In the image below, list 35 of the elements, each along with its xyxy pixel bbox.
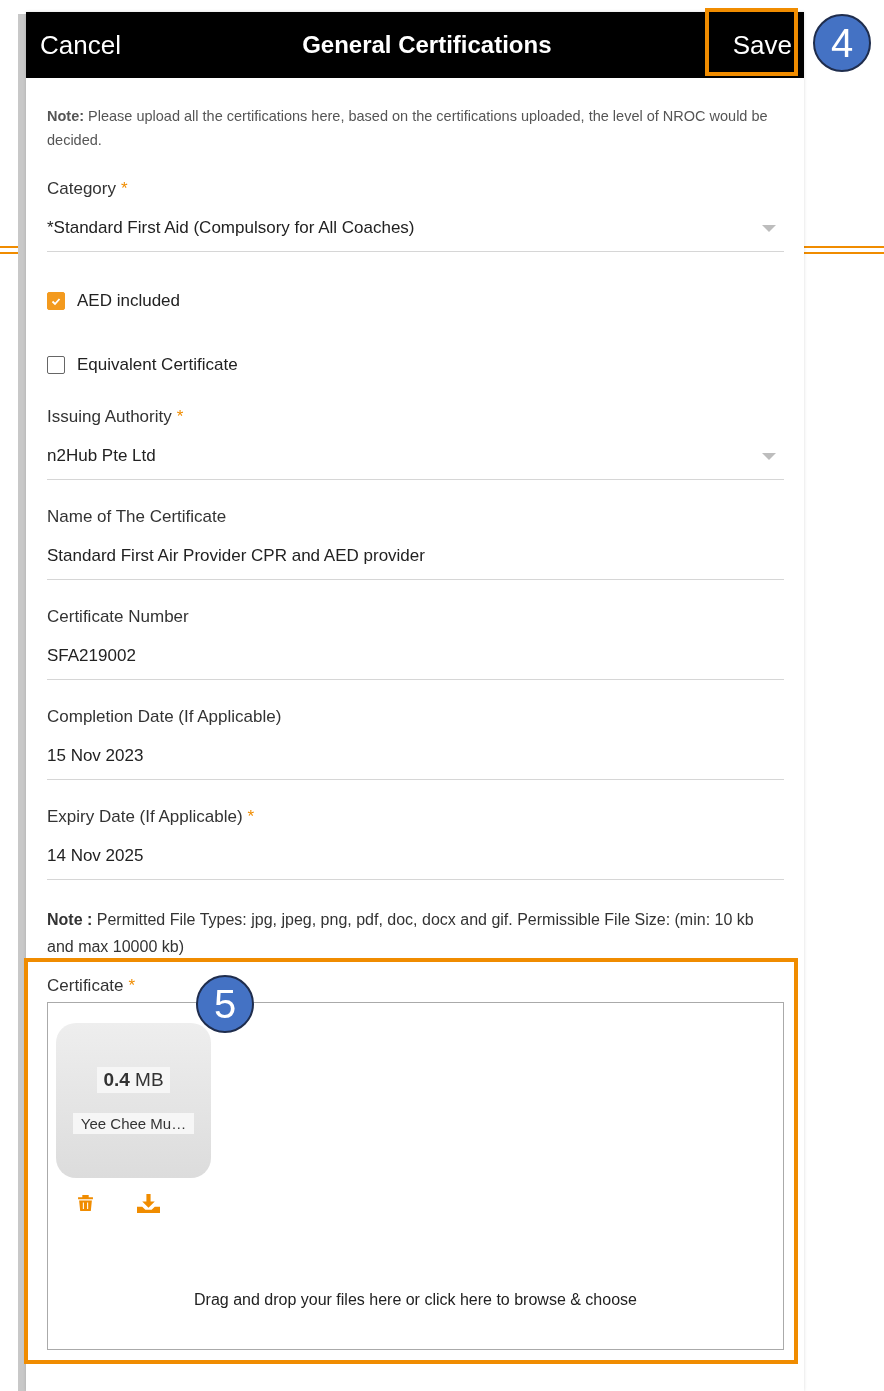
select-field[interactable]: *Standard First Aid (Compulsory for All Coaches) <box>47 217 784 239</box>
caret-icon <box>762 224 776 232</box>
caret-icon <box>762 452 776 460</box>
field-label: Completion Date (If Applicable) <box>47 707 282 727</box>
field-label: Name of The Certificate <box>47 507 227 527</box>
dropzone-hint: Drag and drop your files here or click here to browse & choose <box>194 1291 637 1309</box>
input-field[interactable]: Standard First Air Provider CPR and AED provider <box>47 545 784 567</box>
step-badge: 4 <box>813 14 871 72</box>
required-mark: * <box>176 407 184 427</box>
required-mark: * <box>121 179 128 199</box>
input-field[interactable]: 14 Nov 2025 <box>47 845 784 867</box>
note-text: Note: Please upload all the certifications here, based on the certifications uploaded, the level of NROC would be decided. <box>47 107 769 150</box>
cancel-button[interactable]: Cancel <box>40 29 121 61</box>
trash-icon[interactable] <box>78 1194 93 1211</box>
field-label: Certificate <box>47 976 124 996</box>
save-button[interactable]: Save <box>732 29 792 61</box>
field-label: Certificate Number <box>47 607 189 627</box>
required-mark: * <box>128 976 136 996</box>
file-tile[interactable]: 0.4 MB Yee Chee Mu… <box>56 1023 211 1178</box>
checkbox[interactable] <box>47 356 65 374</box>
input-field[interactable]: 15 Nov 2023 <box>47 745 784 767</box>
required-mark: * <box>247 807 255 827</box>
checkbox[interactable] <box>47 292 65 310</box>
select-field[interactable]: n2Hub Pte Ltd <box>47 445 784 467</box>
download-icon[interactable] <box>137 1194 160 1213</box>
field-label: Expiry Date (If Applicable) <box>47 807 243 827</box>
field-label: Issuing Authority <box>47 407 172 427</box>
modal-title: General Certifications <box>302 31 552 59</box>
field-label: Category <box>47 179 116 199</box>
checkbox-label: AED included <box>77 291 180 311</box>
input-field[interactable]: SFA219002 <box>47 645 784 667</box>
checkbox-label: Equivalent Certificate <box>77 355 238 375</box>
file-name: Yee Chee Mu… <box>72 1113 195 1134</box>
file-size: 0.4 MB <box>97 1067 170 1093</box>
file-types-note: Note : Permitted File Types: jpg, jpeg, png, pdf, doc, docx and gif. Permissible File Size: (min: 10 kb and max 10000 kb) <box>47 910 755 957</box>
